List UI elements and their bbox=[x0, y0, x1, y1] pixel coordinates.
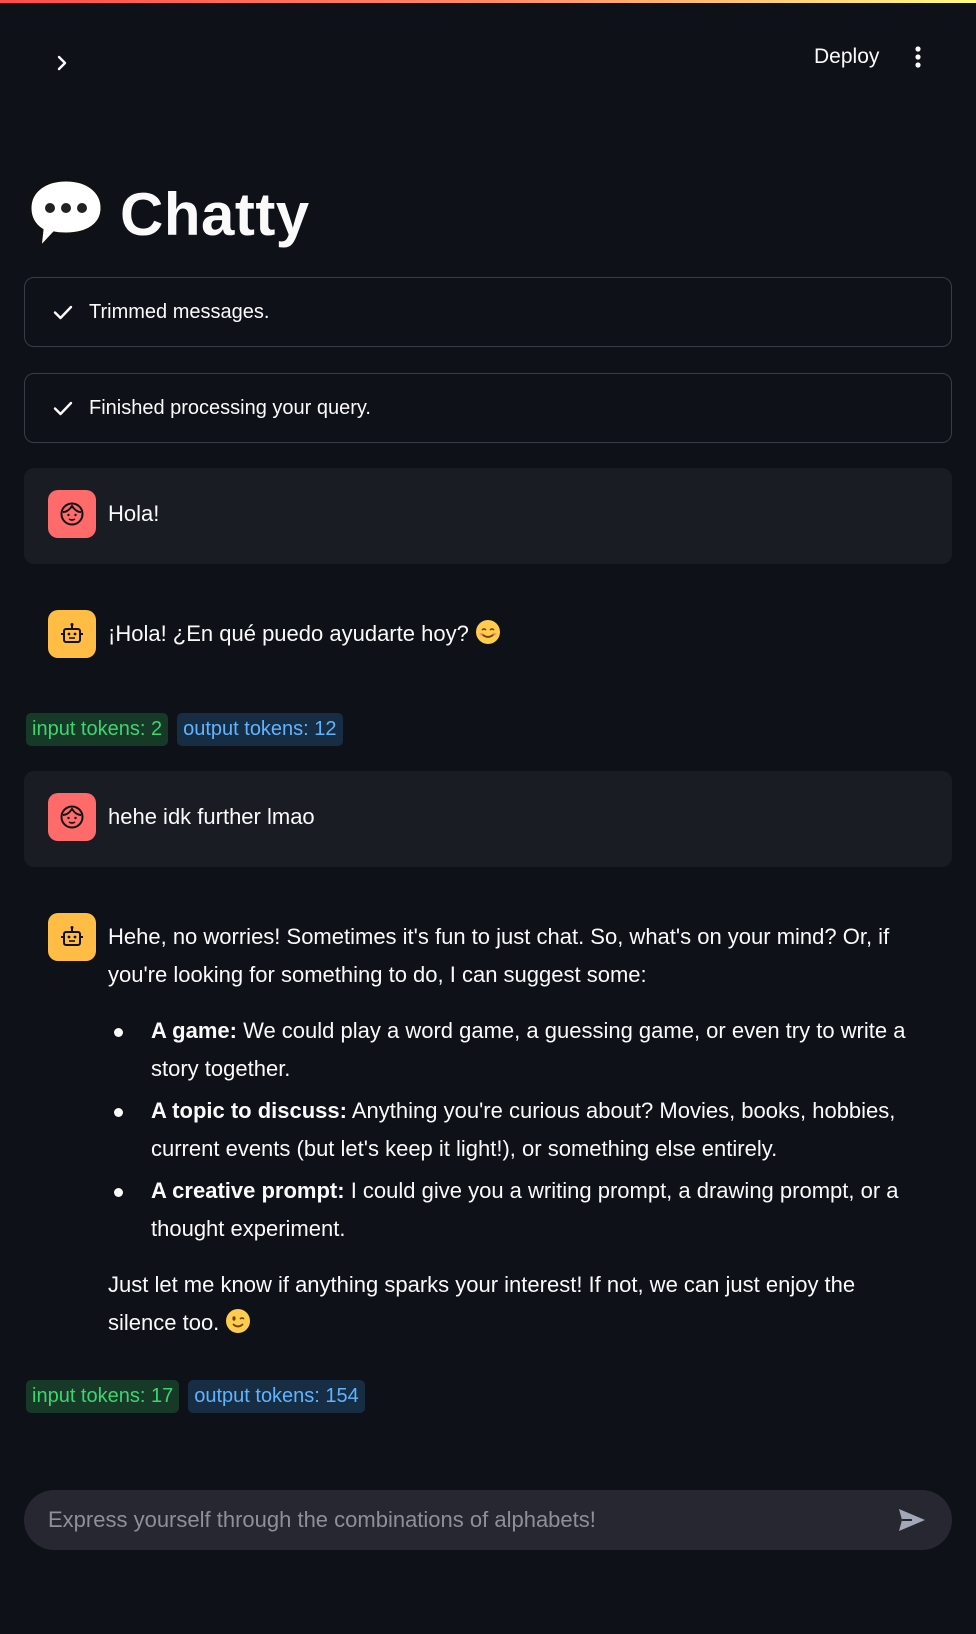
robot-icon bbox=[61, 623, 83, 643]
item-text: We could play a word game, a guessing ga… bbox=[151, 1018, 906, 1081]
message-outro: Just let me know if anything sparks your… bbox=[108, 1272, 856, 1335]
chat-input-container bbox=[24, 1490, 952, 1550]
check-icon bbox=[53, 401, 73, 416]
app-header: Deploy bbox=[0, 3, 976, 103]
message-text: hehe idk further lmao bbox=[108, 804, 315, 829]
message-text: ¡Hola! ¿En qué puedo ayudarte hoy? bbox=[108, 621, 469, 646]
send-icon bbox=[899, 1509, 925, 1531]
assistant-avatar bbox=[48, 610, 96, 658]
status-trimmed: Trimmed messages. bbox=[24, 277, 952, 347]
message-content: Hehe, no worries! Sometimes it's fun to … bbox=[108, 913, 928, 1342]
item-heading: A game: bbox=[151, 1018, 237, 1043]
winking-face-icon bbox=[226, 1309, 251, 1333]
chat-message-assistant: ¡Hola! ¿En qué puedo ayudarte hoy? bbox=[24, 588, 952, 684]
item-heading: A creative prompt: bbox=[151, 1178, 345, 1203]
chat-message-user: Hola! bbox=[24, 468, 952, 564]
input-tokens-badge: input tokens: 2 bbox=[26, 713, 169, 746]
expand-sidebar-button[interactable] bbox=[44, 45, 80, 81]
status-text: Trimmed messages. bbox=[89, 300, 270, 323]
robot-icon bbox=[61, 926, 83, 946]
chevron-right-icon bbox=[57, 55, 67, 71]
title-text: Chatty bbox=[120, 180, 310, 248]
speech-balloon-icon bbox=[28, 178, 104, 252]
more-vertical-icon bbox=[915, 46, 921, 68]
list-item: A topic to discuss: Anything you're curi… bbox=[108, 1092, 928, 1168]
list-item: A game: We could play a word game, a gue… bbox=[108, 1012, 928, 1088]
user-face-icon bbox=[60, 502, 84, 526]
list-item: A creative prompt: I could give you a wr… bbox=[108, 1172, 928, 1248]
input-tokens-badge: input tokens: 17 bbox=[26, 1380, 180, 1413]
check-icon bbox=[53, 305, 73, 320]
message-text: Hola! bbox=[108, 501, 160, 526]
chat-message-user: hehe idk further lmao bbox=[24, 771, 952, 867]
token-usage-2: input tokens: 17 output tokens: 154 bbox=[26, 1380, 365, 1413]
user-avatar bbox=[48, 490, 96, 538]
message-content: ¡Hola! ¿En qué puedo ayudarte hoy? bbox=[108, 610, 501, 653]
token-usage-1: input tokens: 2 output tokens: 12 bbox=[26, 713, 343, 746]
send-button[interactable] bbox=[896, 1504, 928, 1536]
status-text: Finished processing your query. bbox=[89, 396, 371, 419]
message-intro: Hehe, no worries! Sometimes it's fun to … bbox=[108, 924, 890, 987]
suggestion-list: A game: We could play a word game, a gue… bbox=[108, 1012, 928, 1248]
assistant-avatar bbox=[48, 913, 96, 961]
message-outro-wrap: Just let me know if anything sparks your… bbox=[108, 1266, 928, 1342]
chat-message-assistant: Hehe, no worries! Sometimes it's fun to … bbox=[24, 891, 952, 1371]
chat-input-field[interactable] bbox=[48, 1507, 896, 1533]
page-title: Chatty bbox=[26, 176, 310, 252]
user-avatar bbox=[48, 793, 96, 841]
item-heading: A topic to discuss: bbox=[151, 1098, 347, 1123]
smiling-face-icon bbox=[475, 620, 500, 644]
output-tokens-badge: output tokens: 154 bbox=[188, 1380, 365, 1413]
output-tokens-badge: output tokens: 12 bbox=[177, 713, 343, 746]
status-finished: Finished processing your query. bbox=[24, 373, 952, 443]
user-face-icon bbox=[60, 805, 84, 829]
deploy-button[interactable]: Deploy bbox=[804, 39, 889, 75]
main-menu-button[interactable] bbox=[900, 39, 936, 75]
